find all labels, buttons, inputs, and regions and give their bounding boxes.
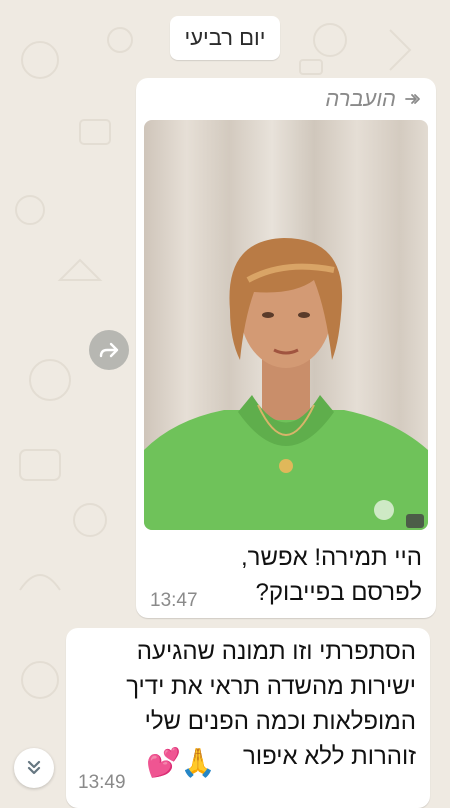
message-photo[interactable] [144,120,428,530]
message-timestamp: 13:49 [78,772,126,793]
message-line: הסתפרתי וזו תמונה שהגיעה [136,638,416,665]
forwarded-icon [405,94,420,104]
forwarded-label: הועברה [325,86,422,112]
message-timestamp: 13:47 [150,590,198,611]
reply-message-bubble[interactable]: הסתפרתי וזו תמונה שהגיעה ישירות מהשדה תר… [66,628,430,808]
message-emojis: 💕🙏 [146,747,216,778]
message-line: המופלאות וכמה הפנים שלי [144,708,416,735]
message-line: ישירות מהשדה תראי את ידיך [126,673,416,700]
photo-image [144,120,428,530]
chevron-double-down-icon [27,760,41,775]
reply-message-text: הסתפרתי וזו תמונה שהגיעה ישירות מהשדה תר… [76,634,416,774]
forwarded-label-text: הועברה [325,86,396,111]
forwarded-message-bubble[interactable]: הועברה היי תמירה! אפשר, לפרסם בפייבוק? 1… [136,78,436,618]
media-badge-icon [406,514,424,528]
message-line: זוהרות ללא איפור [243,743,416,770]
forward-button[interactable] [89,330,129,370]
date-chip: יום רביעי [170,16,280,60]
forward-icon [99,342,119,358]
scroll-to-bottom-button[interactable] [14,748,54,788]
message-line: היי תמירה! אפשר, [240,544,422,571]
